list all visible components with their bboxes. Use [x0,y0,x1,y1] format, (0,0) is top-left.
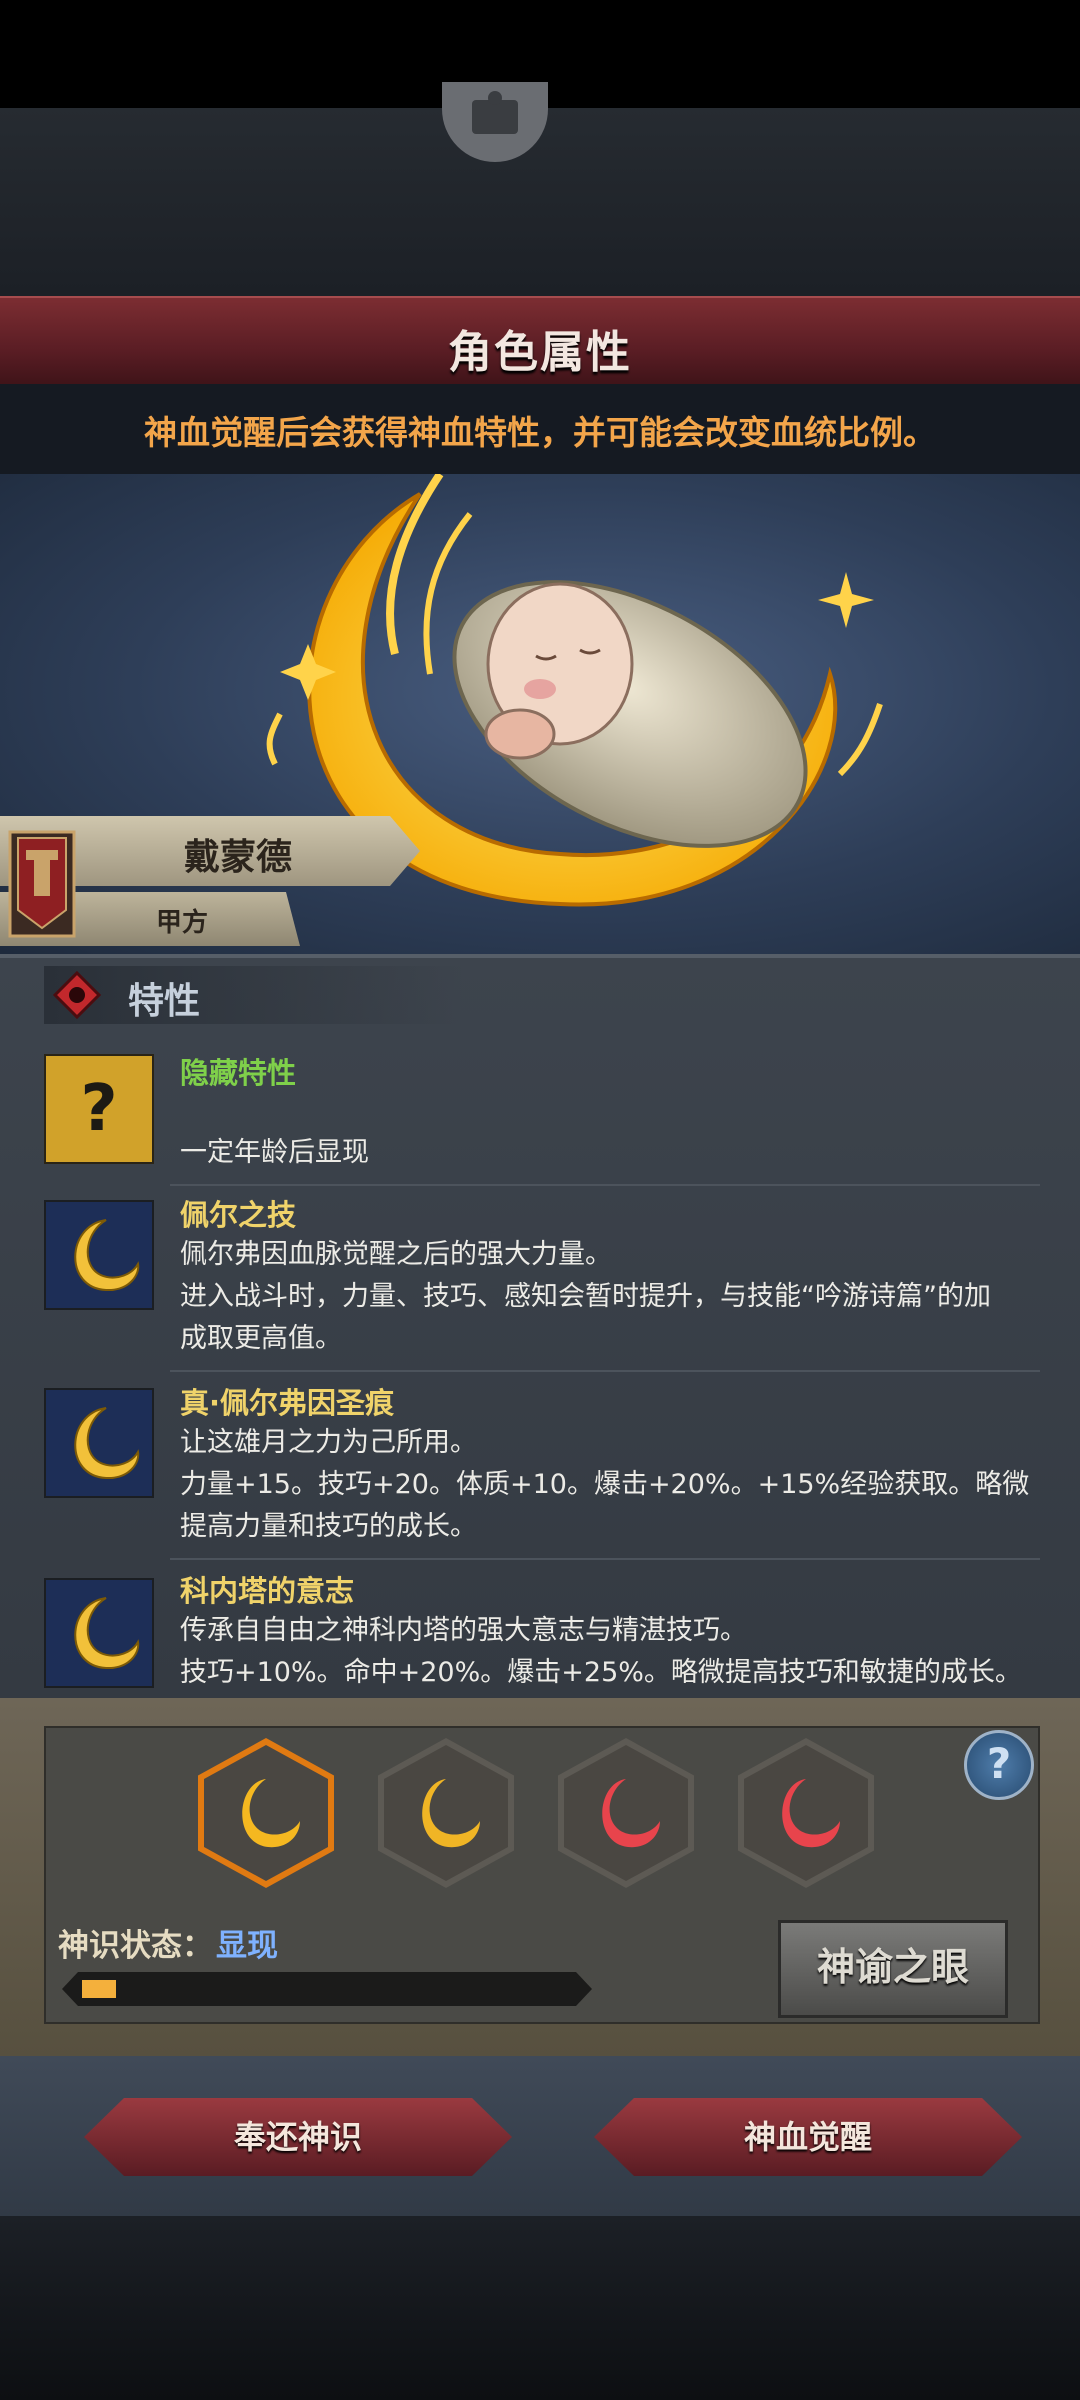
traits-header: 特性 [44,966,464,1024]
divine-awaken-label: 神血觉醒 [743,2118,872,2156]
trait-name: 科内塔的意志 [180,1574,355,1608]
puzzle-icon [472,91,518,134]
help-icon: ? [986,1739,1012,1788]
crescent-moon-icon [44,1200,154,1310]
progress-fill [82,1980,116,1998]
crescent-moon-icon [44,1578,154,1688]
trait-description: 传承自自由之神科内塔的强大意志与精湛技巧。 技巧+10%。命中+20%。爆击+2… [180,1615,1022,1688]
title-banner: 角色属性 [0,296,1080,386]
oracle-eye-label: 神谕之眼 [816,1945,969,1989]
svg-text:?: ? [80,1072,117,1146]
help-button[interactable]: ? [964,1730,1034,1800]
red-crescent-icon [602,1779,660,1848]
character-name: 戴蒙德 [184,837,293,878]
trait-name: 真·佩尔弗因圣痕 [180,1386,395,1420]
trait-name: 隐藏特性 [180,1056,297,1090]
notice-bar: 神血觉醒后会获得神血特性，并可能会改变血统比例。 [0,384,1080,474]
divider [170,1558,1040,1560]
gold-crescent-icon [242,1779,300,1848]
gold-crescent-icon [422,1779,480,1848]
divider [170,1184,1040,1186]
return-divine-button[interactable]: 奉还神识 [84,2098,512,2176]
divine-awaken-button[interactable]: 神血觉醒 [594,2098,1022,2176]
traits-title: 特性 [128,981,201,1022]
divider [170,1370,1040,1372]
notice-text: 神血觉醒后会获得神血特性，并可能会改变血统比例。 [144,413,936,452]
bottom-spacer [0,2216,1080,2400]
oracle-eye-button[interactable]: 神谕之眼 [778,1920,1008,2018]
character-faction: 甲方 [156,908,209,938]
trait-emblem-icon [52,970,102,1020]
trait-description: 佩尔弗因血脉觉醒之后的强大力量。 进入战斗时，力量、技巧、感知会暂时提升，与技能… [180,1239,991,1354]
banner-crest-icon [8,830,76,938]
red-crescent-icon [782,1779,840,1848]
divine-status-label: 神识状态： [58,1928,213,1964]
crescent-moon-icon [44,1388,154,1498]
return-divine-label: 奉还神识 [233,2118,362,2156]
question-mark-icon: ? [44,1054,154,1164]
divine-status-value: 显现 [216,1928,278,1964]
trait-name: 佩尔之技 [180,1198,297,1232]
divine-progress-bar [62,1972,592,2006]
trait-description: 一定年龄后显现 [180,1137,369,1168]
trait-description: 让这雄月之力为己所用。 力量+15。技巧+20。体质+10。爆击+20%。+15… [180,1427,1030,1542]
page-title: 角色属性 [448,327,632,378]
